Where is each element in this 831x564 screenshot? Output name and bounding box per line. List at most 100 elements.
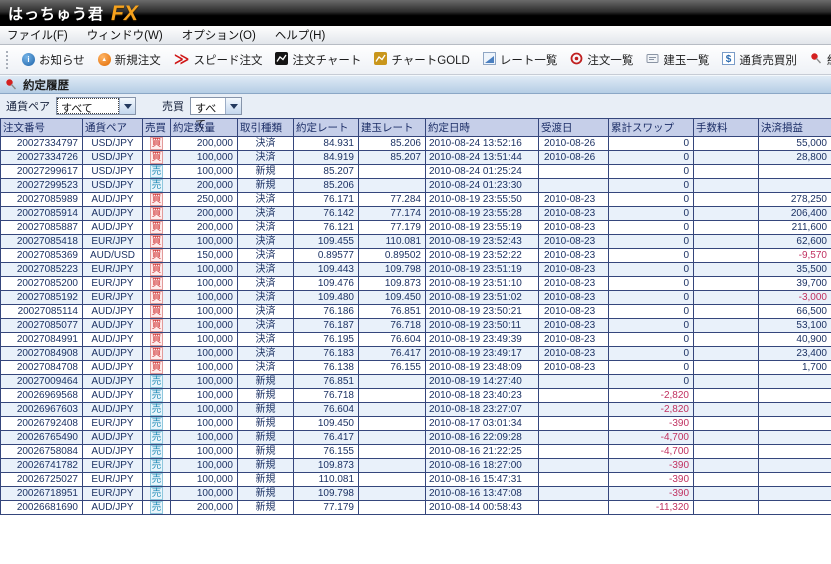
currency-pair-select[interactable]: すべて — [56, 97, 136, 115]
cell-rate: 84.919 — [294, 151, 359, 165]
cell-swap: 0 — [609, 291, 694, 305]
table-row[interactable]: 20027085114AUD/JPY買100,000決済76.18676.851… — [1, 305, 831, 319]
toolbar-button-chart-gold[interactable]: チャートGOLD — [374, 52, 469, 68]
table-row[interactable]: 20026967603AUD/JPY売100,000新規76.6042010-0… — [1, 403, 831, 417]
table-row[interactable]: 20027085200EUR/JPY買100,000決済109.476109.8… — [1, 277, 831, 291]
table-row[interactable]: 20026725027EUR/JPY売100,000新規110.0812010-… — [1, 473, 831, 487]
cell-settle-date: 2010-08-23 — [539, 319, 609, 333]
cell-open-rate: 77.284 — [359, 193, 426, 207]
cell-pl: 40,900 — [759, 333, 831, 347]
column-header[interactable]: 累計スワップ — [609, 119, 694, 137]
cell-fee — [694, 459, 759, 473]
cell-trade-type: 決済 — [238, 319, 294, 333]
toolbar-button-new-order[interactable]: ▲新規注文 — [98, 52, 161, 68]
cell-qty: 100,000 — [171, 291, 238, 305]
toolbar-button-pin[interactable]: 約定履歴 — [810, 52, 831, 68]
column-header[interactable]: 約定日時 — [426, 119, 539, 137]
cell-open-rate — [359, 403, 426, 417]
column-header[interactable]: 通貨ペア — [83, 119, 143, 137]
table-row[interactable]: 20027085887AUD/JPY買200,000決済76.12177.179… — [1, 221, 831, 235]
toolbar-button-label: 注文一覧 — [587, 52, 633, 68]
cell-side: 買 — [143, 263, 171, 277]
table-row[interactable]: 20026741782EUR/JPY売100,000新規109.8732010-… — [1, 459, 831, 473]
table-row[interactable]: 20027299523USD/JPY売200,000新規85.2062010-0… — [1, 179, 831, 193]
cell-pair: USD/JPY — [83, 137, 143, 151]
table-row[interactable]: 20027299617USD/JPY売100,000新規85.2072010-0… — [1, 165, 831, 179]
history-table-body: 20027334797USD/JPY買200,000決済84.93185.206… — [1, 137, 831, 515]
column-header[interactable]: 売買 — [143, 119, 171, 137]
table-row[interactable]: 20027085914AUD/JPY買200,000決済76.14277.174… — [1, 207, 831, 221]
cell-order-no: 20027085200 — [1, 277, 83, 291]
cell-swap: 0 — [609, 319, 694, 333]
cell-swap: -390 — [609, 487, 694, 501]
cell-settle-date: 2010-08-23 — [539, 263, 609, 277]
toolbar-grip-handle[interactable] — [6, 51, 8, 69]
cell-side: 売 — [143, 179, 171, 193]
table-row[interactable]: 20027085223EUR/JPY買100,000決済109.443109.7… — [1, 263, 831, 277]
table-row[interactable]: 20027009464AUD/JPY売100,000新規76.8512010-0… — [1, 375, 831, 389]
menu-item[interactable]: ヘルプ(H) — [275, 27, 325, 43]
toolbar-button-currency-trade[interactable]: $通貨売買別 — [722, 52, 797, 68]
cell-pair: AUD/JPY — [83, 221, 143, 235]
table-row[interactable]: 20026718951EUR/JPY売100,000新規109.7982010-… — [1, 487, 831, 501]
cell-trade-type: 決済 — [238, 193, 294, 207]
table-row[interactable]: 20027085077AUD/JPY買100,000決済76.18776.718… — [1, 319, 831, 333]
cell-settle-date: 2010-08-26 — [539, 151, 609, 165]
cell-order-no: 20027085077 — [1, 319, 83, 333]
table-row[interactable]: 20027085418EUR/JPY買100,000決済109.455110.0… — [1, 235, 831, 249]
cell-pl — [759, 417, 831, 431]
table-row[interactable]: 20027085369AUD/USD買150,000決済0.895770.895… — [1, 249, 831, 263]
column-header[interactable]: 受渡日 — [539, 119, 609, 137]
menu-item[interactable]: オプション(O) — [182, 27, 256, 43]
toolbar-button-label: 建玉一覧 — [663, 52, 709, 68]
column-header[interactable]: 約定レート — [294, 119, 359, 137]
column-header[interactable]: 建玉レート — [359, 119, 426, 137]
toolbar-button-label: スピード注文 — [193, 52, 262, 68]
table-row[interactable]: 20027334726USD/JPY買100,000決済84.91985.207… — [1, 151, 831, 165]
table-row[interactable]: 20027084991AUD/JPY買100,000決済76.19576.604… — [1, 333, 831, 347]
table-row[interactable]: 20027084908AUD/JPY買100,000決済76.18376.417… — [1, 347, 831, 361]
toolbar-button-order-chart[interactable]: 注文チャート — [275, 52, 361, 68]
toolbar-button-position-list[interactable]: 建玉一覧 — [646, 52, 709, 68]
table-row[interactable]: 20027334797USD/JPY買200,000決済84.93185.206… — [1, 137, 831, 151]
table-row[interactable]: 20026765490AUD/JPY売100,000新規76.4172010-0… — [1, 431, 831, 445]
cell-fee — [694, 277, 759, 291]
cell-rate: 109.480 — [294, 291, 359, 305]
table-row[interactable]: 20026681690AUD/JPY売200,000新規77.1792010-0… — [1, 501, 831, 515]
toolbar-button-info[interactable]: iお知らせ — [22, 52, 85, 68]
table-row[interactable]: 20027085192EUR/JPY買100,000決済109.480109.4… — [1, 291, 831, 305]
cell-open-rate: 109.798 — [359, 263, 426, 277]
table-row[interactable]: 20026758084AUD/JPY売100,000新規76.1552010-0… — [1, 445, 831, 459]
column-header[interactable]: 決済損益 — [759, 119, 831, 137]
cell-pair: AUD/USD — [83, 249, 143, 263]
column-header[interactable]: 手数料 — [694, 119, 759, 137]
buy-badge: 買 — [150, 151, 163, 164]
history-table: 注文番号通貨ペア売買約定数量取引種類約定レート建玉レート約定日時受渡日累計スワッ… — [0, 118, 831, 515]
cell-fee — [694, 473, 759, 487]
cell-settle-date: 2010-08-23 — [539, 207, 609, 221]
cell-trade-type: 新規 — [238, 403, 294, 417]
column-header[interactable]: 注文番号 — [1, 119, 83, 137]
cell-pair: EUR/JPY — [83, 473, 143, 487]
column-header[interactable]: 約定数量 — [171, 119, 238, 137]
menu-item[interactable]: ファイル(F) — [7, 27, 68, 43]
table-row[interactable]: 20026969568AUD/JPY売100,000新規76.7182010-0… — [1, 389, 831, 403]
cell-open-rate — [359, 417, 426, 431]
toolbar-button-order-list[interactable]: 注文一覧 — [570, 52, 633, 68]
cell-settle-date: 2010-08-23 — [539, 291, 609, 305]
cell-swap: -390 — [609, 417, 694, 431]
cell-fee — [694, 347, 759, 361]
table-row[interactable]: 20027084708AUD/JPY買100,000決済76.13876.155… — [1, 361, 831, 375]
table-row[interactable]: 20027085989AUD/JPY買250,000決済76.17177.284… — [1, 193, 831, 207]
chevron-down-icon[interactable] — [119, 98, 135, 114]
chevron-down-icon[interactable] — [225, 98, 241, 114]
cell-open-rate: 0.89502 — [359, 249, 426, 263]
column-header[interactable]: 取引種類 — [238, 119, 294, 137]
toolbar-button-rate-list[interactable]: レート一覧 — [483, 52, 558, 68]
menu-item[interactable]: ウィンドウ(W) — [87, 27, 163, 43]
cell-pl: 55,000 — [759, 137, 831, 151]
toolbar-button-speed-order[interactable]: ≫スピード注文 — [174, 52, 263, 68]
cell-side: 買 — [143, 277, 171, 291]
table-row[interactable]: 20026792408EUR/JPY売100,000新規109.4502010-… — [1, 417, 831, 431]
side-select[interactable]: すべて — [190, 97, 242, 115]
